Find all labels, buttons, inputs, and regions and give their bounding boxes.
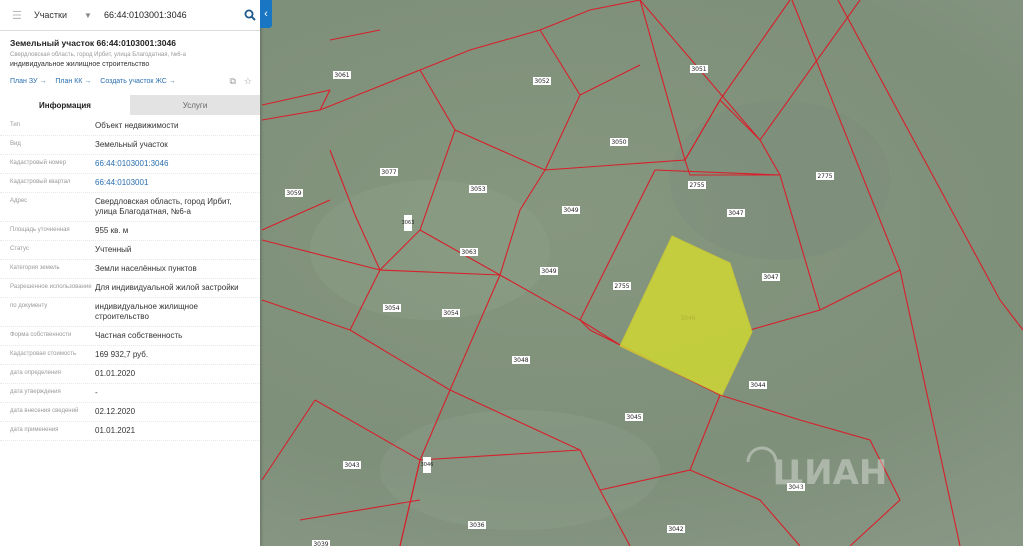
- plan-kk-link[interactable]: План КК →: [55, 78, 91, 85]
- svg-text:3059: 3059: [286, 190, 301, 197]
- svg-text:3050: 3050: [611, 139, 626, 146]
- object-links: План ЗУ → План КК → Создать участок ЖС →…: [10, 75, 260, 87]
- svg-text:3048: 3048: [513, 357, 528, 364]
- svg-text:3061: 3061: [334, 72, 349, 79]
- svg-text:3049: 3049: [563, 207, 578, 214]
- svg-text:3039: 3039: [313, 541, 328, 546]
- star-icon[interactable]: ☆: [244, 76, 252, 87]
- svg-text:3054: 3054: [443, 310, 458, 317]
- info-row: Адрес Свердловская область, город Ирбит, …: [0, 193, 260, 222]
- svg-text:3045: 3045: [626, 414, 641, 421]
- svg-text:3047: 3047: [728, 210, 743, 217]
- info-row: дата внесения сведений 02.12.2020: [0, 403, 260, 422]
- info-row: Статус Учтенный: [0, 241, 260, 260]
- search-input[interactable]: 66:44:0103001:3046: [104, 10, 240, 20]
- info-row: Вид Земельный участок: [0, 136, 260, 155]
- info-row: дата применения 01.01.2021: [0, 422, 260, 441]
- chevron-down-icon[interactable]: ▼: [84, 11, 94, 20]
- copy-icon[interactable]: ⧉: [229, 76, 235, 87]
- svg-text:3063: 3063: [461, 249, 476, 256]
- menu-icon[interactable]: ☰: [12, 9, 24, 22]
- svg-text:3047: 3047: [763, 274, 778, 281]
- svg-text:2755: 2755: [614, 283, 629, 290]
- object-title: Земельный участок 66:44:0103001:3046: [10, 38, 176, 48]
- svg-text:3063: 3063: [402, 220, 415, 226]
- info-row: дата утверждения -: [0, 384, 260, 403]
- svg-text:3043: 3043: [344, 462, 359, 469]
- info-row: Кадастровый номер 66:44:0103001:3046: [0, 155, 260, 174]
- plan-zu-link[interactable]: План ЗУ →: [10, 78, 46, 85]
- info-row: Категория земель Земли населённых пунктов: [0, 260, 260, 279]
- svg-text:3052: 3052: [534, 78, 549, 85]
- svg-text:2755: 2755: [689, 182, 704, 189]
- info-row: Кадастровая стоимость 169 932,7 руб.: [0, 346, 260, 365]
- svg-text:3042: 3042: [668, 526, 683, 533]
- info-row: по документу индивидуальное жилищное стро…: [0, 298, 260, 327]
- create-parcel-link[interactable]: Создать участок ЖС →: [100, 78, 176, 85]
- panel-tabs: Информация Услуги: [0, 95, 260, 115]
- svg-text:ЦИАН: ЦИАН: [773, 453, 888, 493]
- info-row: Кадастровый квартал 66:44:0103001: [0, 174, 260, 193]
- chevron-left-icon: ‹: [264, 8, 268, 20]
- svg-text:2775: 2775: [817, 173, 832, 180]
- collapse-panel-button[interactable]: ‹: [260, 0, 272, 28]
- object-use: индивидуальное жилищное строительство: [10, 61, 150, 68]
- svg-text:3049: 3049: [541, 268, 556, 275]
- tab-services[interactable]: Услуги: [130, 95, 260, 115]
- svg-text:3077: 3077: [381, 169, 396, 176]
- info-row: Тип Объект недвижимости: [0, 117, 260, 136]
- info-panel: ☰ Участки ▼ 66:44:0103001:3046 Земельный…: [0, 0, 260, 546]
- svg-text:3054: 3054: [384, 305, 399, 312]
- info-row: Площадь уточненная 955 кв. м: [0, 222, 260, 241]
- object-address: Свердловская область, город Ирбит, улица…: [10, 52, 186, 58]
- cadastral-number-link[interactable]: 66:44:0103001:3046: [95, 159, 260, 169]
- info-row: Форма собственности Частная собственность: [0, 327, 260, 346]
- svg-text:3036: 3036: [469, 522, 484, 529]
- svg-text:3044: 3044: [750, 382, 765, 389]
- svg-text:3046: 3046: [421, 462, 434, 468]
- search-icon[interactable]: [240, 9, 260, 21]
- svg-text:3051: 3051: [691, 66, 706, 73]
- svg-text:3046: 3046: [680, 315, 695, 322]
- search-bar: ☰ Участки ▼ 66:44:0103001:3046: [0, 0, 260, 31]
- tab-info[interactable]: Информация: [0, 95, 130, 115]
- layer-select[interactable]: Участки: [34, 10, 82, 20]
- info-table: Тип Объект недвижимости Вид Земельный учас…: [0, 117, 260, 441]
- info-row: дата определения 01.01.2020: [0, 365, 260, 384]
- cadastral-quarter-link[interactable]: 66:44:0103001: [95, 178, 260, 188]
- svg-text:3053: 3053: [470, 186, 485, 193]
- info-row: Разрешенное использование Для индивидуаль…: [0, 279, 260, 298]
